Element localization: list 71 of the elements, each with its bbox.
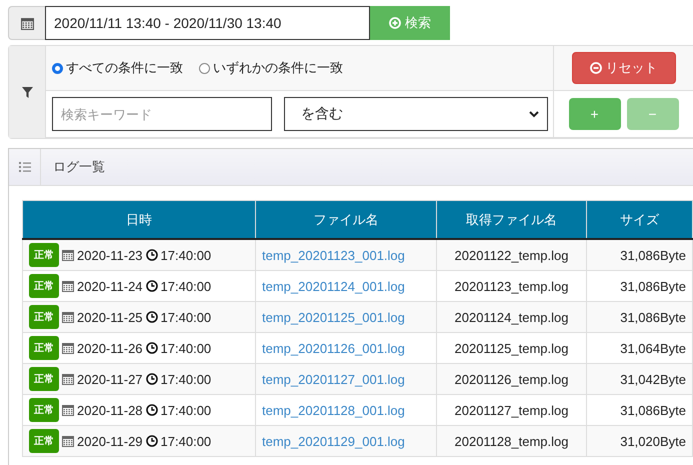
file-link[interactable]: temp_20201128_001.log	[262, 402, 405, 418]
radio-button[interactable]	[199, 62, 210, 74]
caret-icon	[529, 110, 539, 118]
table-cell: 20201122_temp.log	[436, 239, 586, 270]
status-badge: 正常	[29, 367, 59, 391]
table-cell: 31,020Byte	[586, 426, 692, 456]
log-time: 17:40:00	[160, 248, 212, 262]
clock-icon	[146, 280, 158, 292]
search-button[interactable]: 検索	[370, 6, 450, 40]
table-cell: 31,086Byte	[586, 302, 692, 332]
reset-button[interactable]: リセット	[572, 52, 676, 84]
condition-dropdown[interactable]: を含む	[284, 97, 548, 131]
filter-icon	[22, 86, 32, 98]
clock-icon	[146, 342, 158, 354]
status-badge: 正常	[29, 243, 59, 267]
calendar-icon	[62, 280, 74, 292]
column-header: 日時	[22, 200, 256, 239]
file-link[interactable]: temp_20201125_001.log	[262, 310, 405, 324]
column-header: ファイル名	[256, 200, 436, 239]
log-date: 2020-11-28	[77, 402, 143, 418]
status-badge: 正常	[29, 305, 59, 329]
panel-title: ログ一覧	[52, 158, 105, 176]
log-time: 17:40:00	[160, 434, 212, 448]
log-date: 2020-11-24	[77, 278, 143, 294]
add-button[interactable]: +	[568, 98, 620, 130]
clock-icon	[146, 435, 158, 447]
log-time: 17:40:00	[160, 372, 212, 386]
table-cell: 20201124_temp.log	[436, 302, 586, 332]
log-time: 17:40:00	[160, 278, 212, 294]
status-badge: 正常	[29, 398, 59, 422]
log-date: 2020-11-25	[77, 310, 143, 324]
log-time: 17:40:00	[160, 402, 212, 418]
log-date: 2020-11-29	[77, 434, 143, 448]
plus-circle-icon	[389, 17, 401, 29]
file-link[interactable]: temp_20201127_001.log	[262, 372, 405, 386]
calendar-icon	[20, 16, 34, 30]
clock-icon	[146, 373, 158, 385]
keyword-field[interactable]: 検索キーワード	[52, 97, 272, 131]
list-icon	[18, 162, 30, 172]
calendar-icon	[62, 342, 74, 354]
file-link[interactable]: temp_20201129_001.log	[262, 434, 405, 448]
clock-icon	[146, 249, 158, 261]
calendar-icon	[62, 404, 74, 416]
file-link[interactable]: temp_20201123_001.log	[262, 248, 405, 262]
table-cell: 20201128_temp.log	[436, 426, 586, 456]
log-time: 17:40:00	[160, 310, 212, 324]
calendar-icon	[62, 249, 74, 261]
date-range-field[interactable]: 2020/11/11 13:40 - 2020/11/30 13:40	[45, 6, 370, 40]
log-date: 2020-11-23	[77, 248, 143, 262]
minus-circle-icon	[590, 62, 602, 74]
radio-button[interactable]	[52, 62, 63, 74]
clock-icon	[146, 311, 158, 323]
column-header: 取得ファイル名	[436, 200, 586, 239]
calendar-icon	[62, 435, 74, 447]
status-badge: 正常	[29, 336, 59, 360]
table-cell: 31,086Byte	[586, 239, 692, 270]
calendar-icon	[62, 311, 74, 323]
column-header: サイズ	[586, 200, 692, 239]
status-badge: 正常	[29, 429, 59, 453]
file-link[interactable]: temp_20201124_001.log	[262, 278, 405, 294]
file-link[interactable]: temp_20201126_001.log	[262, 340, 405, 356]
table-cell: 20201126_temp.log	[436, 364, 586, 394]
log-date: 2020-11-27	[77, 372, 143, 386]
table-cell: 31,042Byte	[586, 364, 692, 394]
log-time: 17:40:00	[160, 340, 212, 356]
radio-label[interactable]: いずれかの条件に一致	[213, 59, 343, 77]
status-badge: 正常	[29, 274, 59, 298]
log-date: 2020-11-26	[77, 340, 143, 356]
radio-label[interactable]: すべての条件に一致	[66, 59, 183, 77]
clock-icon	[146, 404, 158, 416]
calendar-icon	[62, 373, 74, 385]
